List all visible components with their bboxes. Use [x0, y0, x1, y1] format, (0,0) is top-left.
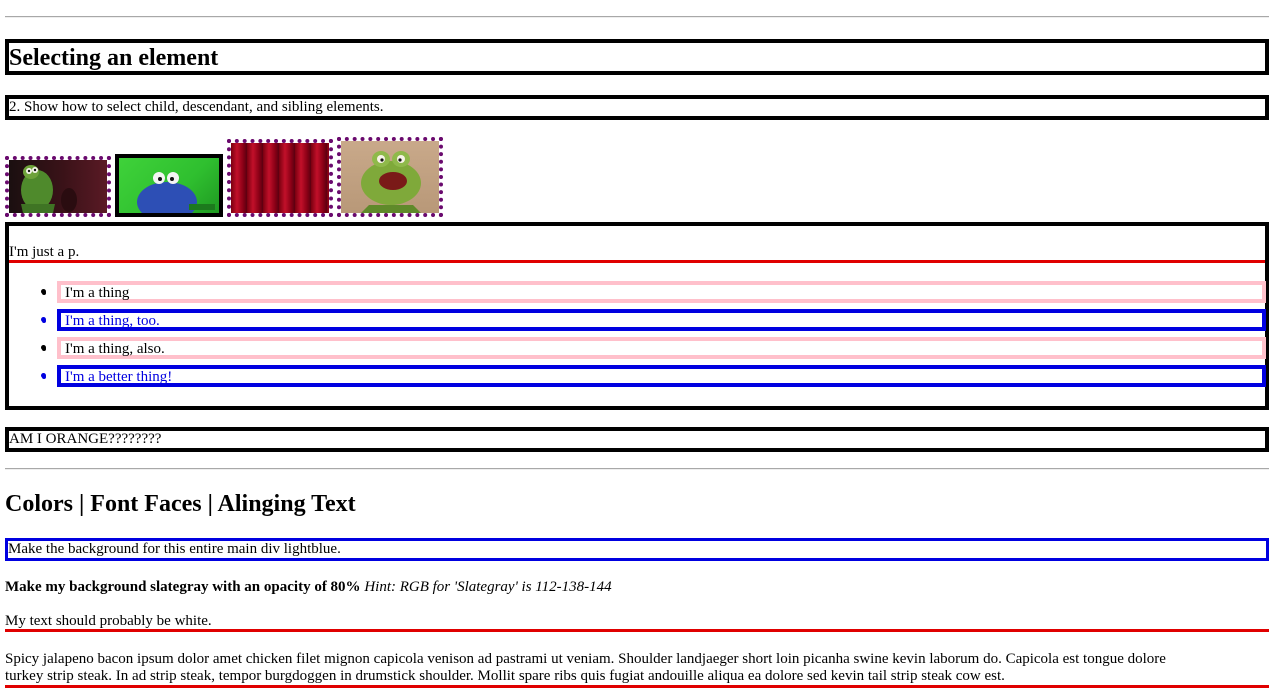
cookie-monster-greenscreen-image — [115, 154, 223, 217]
bullet-icon — [41, 317, 46, 322]
lorem-line-2: turkey strip steak. In ad strip steak, t… — [5, 668, 1005, 684]
list-item: I'm a thing, also. — [41, 337, 1266, 359]
slategray-bold-text: Make my background slategray with an opa… — [5, 579, 361, 595]
list-item-label: I'm a thing, too. — [65, 313, 160, 329]
white-text-red-underline — [5, 629, 1269, 632]
kermit-yelling-image — [337, 137, 443, 217]
p-red-underline — [9, 260, 1265, 263]
list-item-label: I'm a thing — [65, 285, 130, 301]
list-item-label: I'm a thing, also. — [65, 341, 165, 357]
orange-text: AM I ORANGE???????? — [9, 431, 162, 447]
bullet-icon — [41, 345, 46, 350]
kermit-figure-icon — [21, 165, 77, 213]
kermit-yelling-icon — [361, 151, 421, 213]
bullet-icon — [41, 289, 46, 294]
red-curtain-image — [227, 139, 333, 217]
heading-box: Selecting an element — [5, 39, 1269, 75]
top-divider — [5, 16, 1269, 18]
list-item: I'm a better thing! — [41, 365, 1266, 387]
just-a-p-text: I'm just a p. — [9, 244, 80, 260]
lorem-red-underline — [5, 685, 1269, 688]
list-container-box: I'm just a p. I'm a thing I'm a thing, t… — [5, 222, 1269, 410]
orange-box: AM I ORANGE???????? — [5, 427, 1269, 452]
instruction-box: 2. Show how to select child, descendant,… — [5, 95, 1269, 120]
list-item: I'm a thing, too. — [41, 309, 1266, 331]
white-text-paragraph: My text should probably be white. — [5, 613, 212, 629]
lightblue-box: Make the background for this entire main… — [5, 538, 1269, 561]
slategray-hint-text: Hint: RGB for 'Slategray' is 112-138-144 — [364, 579, 612, 595]
cookie-monster-icon — [137, 172, 215, 213]
bullet-icon — [41, 373, 46, 378]
slategray-paragraph: Make my background slategray with an opa… — [5, 578, 612, 596]
lorem-line-1: Spicy jalapeno bacon ipsum dolor amet ch… — [5, 651, 1166, 667]
kermit-thinking-image — [5, 156, 111, 217]
section-heading: Selecting an element — [9, 45, 219, 71]
list-item: I'm a thing — [41, 281, 1266, 303]
colors-heading: Colors | Font Faces | Alinging Text — [5, 491, 356, 517]
lightblue-text: Make the background for this entire main… — [8, 541, 341, 557]
instruction-text: 2. Show how to select child, descendant,… — [9, 99, 384, 115]
section-divider — [5, 468, 1269, 470]
list-item-label: I'm a better thing! — [65, 369, 173, 385]
